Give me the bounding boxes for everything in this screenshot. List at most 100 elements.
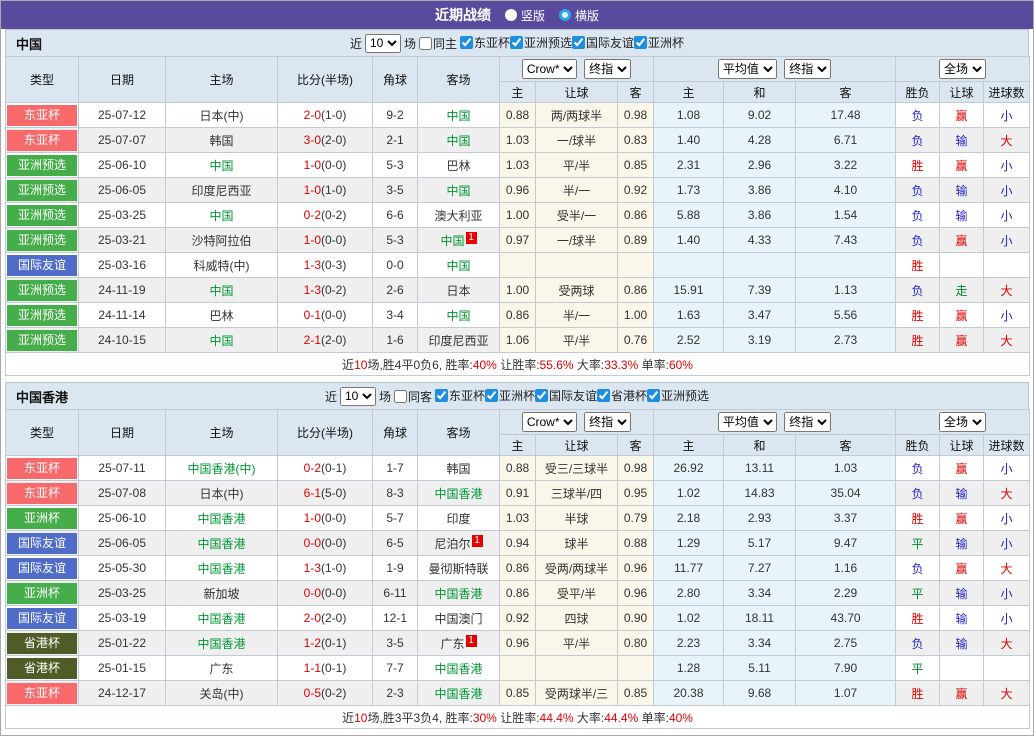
away-team: 中国 xyxy=(417,102,500,128)
competition-checkbox[interactable] xyxy=(535,389,549,402)
competition-filter-0[interactable]: 东亚杯 xyxy=(434,387,485,404)
odds-provider-select[interactable]: Crow* xyxy=(521,59,577,79)
competition-filter-3[interactable]: 亚洲杯 xyxy=(634,34,684,51)
competition-checkbox[interactable] xyxy=(459,36,473,49)
summary-text: 近 xyxy=(342,357,355,372)
sub-header-odds-home: 主 xyxy=(499,434,536,456)
handicap-outcome: 赢 xyxy=(939,227,985,253)
competition-checkbox[interactable] xyxy=(634,36,648,49)
same-home-checkbox[interactable] xyxy=(418,36,432,50)
avg-away: 2.75 xyxy=(795,630,897,656)
away-team: 尼泊尔 1 xyxy=(417,530,500,556)
match-row: 东亚杯 24-12-17 关岛(中) 0-5(0-2) 2-3 中国香港 0.85 受两球半/… xyxy=(5,680,1031,706)
avg-draw: 3.86 xyxy=(723,202,797,228)
summary-stat-value: 40% xyxy=(472,357,497,372)
competition-checkbox[interactable] xyxy=(572,36,586,49)
competition-filter-1[interactable]: 亚洲预选 xyxy=(510,34,572,51)
corner-score: 12-1 xyxy=(372,605,418,631)
sub-header-handicap: 让球 xyxy=(939,81,985,103)
odds-away: 0.76 xyxy=(616,327,655,353)
handicap-outcome: 输 xyxy=(939,480,985,506)
avg-draw xyxy=(723,252,797,278)
match-type-cell: 亚洲杯 xyxy=(5,505,79,531)
match-type-badge: 亚洲预选 xyxy=(7,329,77,351)
recent-count-select[interactable]: 10 xyxy=(339,386,376,406)
competition-checkbox[interactable] xyxy=(434,389,448,402)
avg-draw: 2.96 xyxy=(723,152,797,178)
vertical-layout-radio[interactable]: 竖版 xyxy=(504,7,545,24)
competition-filter-2[interactable]: 国际友谊 xyxy=(535,387,597,404)
sub-header-avg-home: 主 xyxy=(653,434,725,456)
handicap-outcome: 输 xyxy=(939,127,985,153)
summary-stat-value: 44.4% xyxy=(604,710,639,725)
result-outcome: 平 xyxy=(895,530,941,556)
competition-filter-0[interactable]: 东亚杯 xyxy=(459,34,510,51)
summary-text: 让胜率: xyxy=(496,710,540,725)
competition-label: 亚洲预选 xyxy=(524,36,573,50)
average-select[interactable]: 平均值 xyxy=(717,412,777,432)
competition-checkbox[interactable] xyxy=(647,389,661,402)
avg-home: 2.80 xyxy=(653,580,725,606)
competition-checkbox[interactable] xyxy=(510,36,523,49)
match-type-badge: 东亚杯 xyxy=(7,482,77,504)
match-type-badge: 东亚杯 xyxy=(7,457,77,479)
handicap-outcome: 赢 xyxy=(939,152,985,178)
result-outcome: 胜 xyxy=(895,680,941,706)
odds-home: 0.92 xyxy=(499,605,536,631)
recent-count-select[interactable]: 10 xyxy=(364,33,401,53)
same-away-filter[interactable]: 同客 xyxy=(393,388,432,405)
match-row: 国际友谊 25-05-30 中国香港 1-3(1-0) 1-9 曼彻斯特联 0.86 受两/两… xyxy=(5,555,1031,581)
home-team: 巴林 xyxy=(165,302,278,328)
competition-label: 亚洲杯 xyxy=(648,36,685,50)
match-type-cell: 东亚杯 xyxy=(5,127,79,153)
competition-filter-2[interactable]: 国际友谊 xyxy=(572,34,634,51)
odds-away: 0.86 xyxy=(616,202,655,228)
corner-score: 3-5 xyxy=(372,177,418,203)
odds-handicap: 三球半/四 xyxy=(535,480,618,506)
odds-handicap: 受两/两球半 xyxy=(535,555,618,581)
goals-outcome: 大 xyxy=(983,555,1031,581)
avg-away: 43.70 xyxy=(795,605,897,631)
fulltime-select[interactable]: 全场 xyxy=(939,59,987,79)
odds-provider-select[interactable]: Crow* xyxy=(521,412,577,432)
competition-checkbox[interactable] xyxy=(485,389,498,402)
odds-home: 0.86 xyxy=(499,302,536,328)
handicap-outcome: 输 xyxy=(939,202,985,228)
avg-away: 6.71 xyxy=(795,127,897,153)
competition-label: 国际友谊 xyxy=(549,389,598,403)
match-type-cell: 国际友谊 xyxy=(5,530,79,556)
odds-stage-select[interactable]: 终指 xyxy=(584,412,632,432)
goals-outcome: 大 xyxy=(983,277,1031,303)
same-away-checkbox[interactable] xyxy=(393,389,407,403)
card-count-badge: 1 xyxy=(471,534,483,547)
competition-filter-4[interactable]: 亚洲预选 xyxy=(647,387,709,404)
odds-away: 0.88 xyxy=(616,530,655,556)
same-home-filter[interactable]: 同主 xyxy=(418,35,457,52)
horizontal-layout-radio[interactable]: 横版 xyxy=(559,7,599,24)
competition-filter-1[interactable]: 亚洲杯 xyxy=(485,387,535,404)
near-label: 近 xyxy=(349,36,362,51)
avg-away: 3.22 xyxy=(795,152,897,178)
sub-header-goals: 进球数 xyxy=(983,81,1031,103)
avg-away: 5.56 xyxy=(795,302,897,328)
avg-home: 11.77 xyxy=(653,555,725,581)
competition-filter-3[interactable]: 省港杯 xyxy=(597,387,647,404)
summary-stat-value: 60% xyxy=(668,357,693,372)
fulltime-select[interactable]: 全场 xyxy=(939,412,987,432)
average-stage-select[interactable]: 终指 xyxy=(784,59,832,79)
odds-stage-select[interactable]: 终指 xyxy=(584,59,632,79)
same-away-label: 同客 xyxy=(407,389,432,404)
result-outcome: 胜 xyxy=(895,605,941,631)
competition-checkbox[interactable] xyxy=(597,389,611,402)
average-stage-select[interactable]: 终指 xyxy=(784,412,832,432)
away-team: 中国 xyxy=(417,302,500,328)
result-outcome: 负 xyxy=(895,630,941,656)
home-team: 中国香港 xyxy=(165,555,278,581)
sub-header-avg-away: 客 xyxy=(795,434,897,456)
sub-header-odds-home: 主 xyxy=(499,81,536,103)
corner-score: 5-3 xyxy=(372,152,418,178)
odds-handicap: 平/半 xyxy=(535,327,618,353)
match-type-badge: 东亚杯 xyxy=(7,129,77,151)
odds-away: 0.96 xyxy=(616,580,655,606)
average-select[interactable]: 平均值 xyxy=(717,59,777,79)
